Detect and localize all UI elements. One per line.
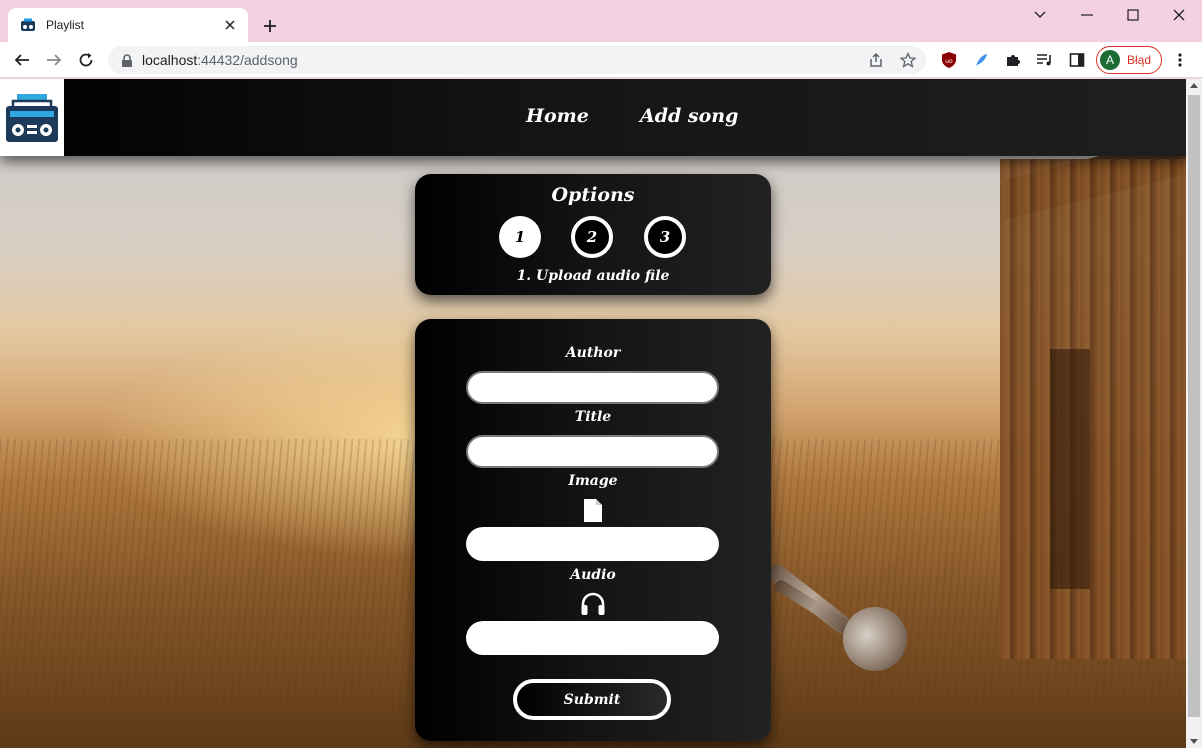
author-label: Author [565,345,621,361]
tab-title: Playlist [46,18,85,32]
address-bar[interactable]: localhost:44432/addsong [108,46,926,74]
add-song-form: Author Title Image Audio Submit [415,319,771,741]
page-scrollbar[interactable] [1186,79,1202,748]
avatar: A [1100,50,1120,70]
profile-button[interactable]: A Błąd [1096,46,1162,74]
author-input[interactable] [466,371,719,404]
step-2-button[interactable]: 2 [571,216,613,258]
scroll-up-arrow-icon[interactable] [1190,83,1198,88]
background-barn [1000,159,1186,659]
boombox-logo-icon [6,93,58,142]
maximize-icon[interactable] [1121,4,1145,26]
scrollbar-thumb[interactable] [1188,95,1200,717]
submit-button[interactable]: Submit [513,679,671,720]
background-barn-shade [1050,349,1090,589]
chevron-down-icon[interactable] [1028,4,1052,26]
options-title: Options [551,184,635,206]
forward-icon[interactable] [42,48,66,72]
share-icon[interactable] [866,50,886,70]
page-viewport: Home Add song Options 1 2 3 1. Upload au… [0,79,1186,748]
minimize-icon[interactable] [1075,4,1099,26]
side-panel-icon[interactable] [1065,48,1089,72]
title-input[interactable] [466,435,719,468]
options-card: Options 1 2 3 1. Upload audio file [415,174,771,295]
feather-extension-icon[interactable] [969,48,993,72]
file-icon [578,497,608,523]
close-window-icon[interactable] [1167,4,1191,26]
browser-toolbar: localhost:44432/addsong uo A Błąd [0,42,1202,78]
step-3-button[interactable]: 3 [644,216,686,258]
new-tab-icon[interactable] [258,14,282,38]
step-caption: 1. Upload audio file [516,268,670,284]
scroll-down-arrow-icon[interactable] [1190,739,1198,744]
title-label: Title [574,409,612,425]
back-icon[interactable] [10,48,34,72]
url-text: localhost:44432/addsong [142,52,298,68]
audio-file-input[interactable] [466,621,719,655]
image-label: Image [568,473,618,489]
svg-text:uo: uo [945,58,953,65]
audio-label: Audio [570,567,616,583]
close-tab-icon[interactable] [222,17,238,33]
url-path: :44432/addsong [197,52,298,68]
radio-favicon-icon [20,17,36,33]
reload-icon[interactable] [74,48,98,72]
headphones-icon [578,591,608,617]
site-header: Home Add song [0,79,1186,156]
ublock-shield-icon[interactable]: uo [937,48,961,72]
kebab-menu-icon[interactable] [1168,48,1192,72]
browser-tab-strip: Playlist [0,0,1202,42]
nav-home-link[interactable]: Home [526,105,589,127]
step-1-button[interactable]: 1 [499,216,541,258]
lock-icon [120,53,134,67]
profile-status: Błąd [1127,53,1152,67]
logo[interactable] [0,79,64,156]
nav-add-song-link[interactable]: Add song [640,105,738,127]
image-file-input[interactable] [466,527,719,561]
browser-tab[interactable]: Playlist [8,8,248,42]
star-icon[interactable] [898,50,918,70]
url-host: localhost [142,52,198,68]
media-control-icon[interactable] [1033,48,1057,72]
puzzle-icon[interactable] [1001,48,1025,72]
